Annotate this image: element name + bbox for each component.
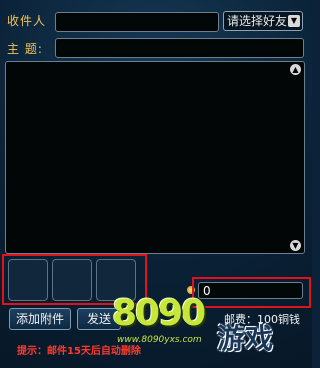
- scroll-down-icon[interactable]: ▼: [290, 240, 301, 251]
- recipient-label: 收件人: [7, 14, 47, 28]
- add-attachment-button[interactable]: 添加附件: [9, 308, 71, 330]
- chevron-down-icon[interactable]: ▼: [288, 15, 300, 27]
- friend-select[interactable]: 请选择好友 ▼: [223, 11, 303, 31]
- logo-digits: 8090: [112, 293, 206, 334]
- site-watermark-logo: 8090 www.8090yxs.com 游戏: [112, 293, 302, 365]
- logo-site-url: www.8090yxs.com: [117, 335, 202, 345]
- subject-label: 主 题:: [7, 42, 43, 56]
- mail-body-textarea[interactable]: [5, 61, 305, 254]
- scroll-up-icon[interactable]: ▲: [290, 64, 301, 75]
- recipient-input[interactable]: [55, 12, 219, 32]
- subject-input[interactable]: [55, 38, 304, 58]
- friend-select-label: 请选择好友: [227, 14, 288, 28]
- logo-brand: 游戏: [217, 322, 274, 355]
